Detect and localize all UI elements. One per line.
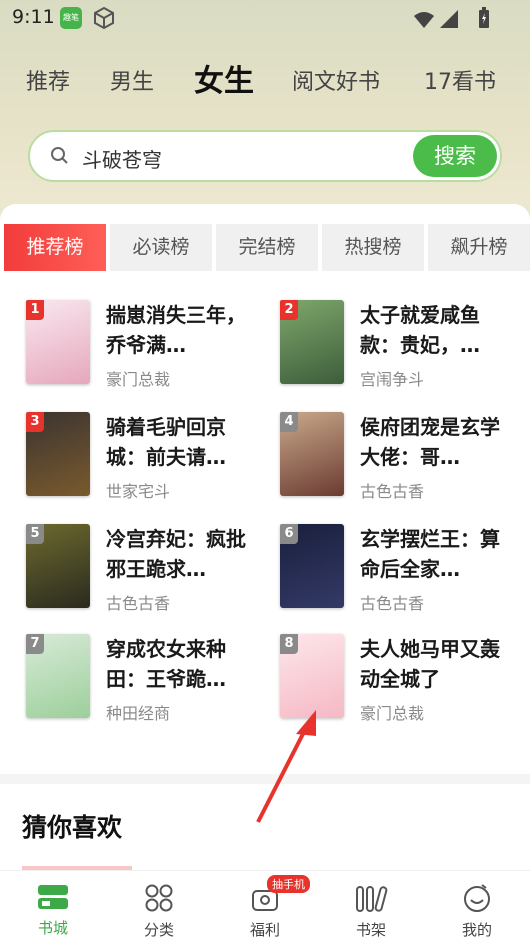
book-title[interactable]: 侯府团宠是玄学大佬：哥… — [360, 412, 510, 472]
rank-tab-recommend[interactable]: 推荐榜 — [4, 224, 106, 271]
tab-male[interactable]: 男生 — [110, 64, 154, 96]
status-bar: 9:11 趣笔 — [0, 0, 530, 40]
search-input[interactable]: 斗破苍穹 — [82, 144, 162, 173]
nav-label: 分类 — [143, 921, 174, 939]
rank-number: 5 — [26, 524, 44, 544]
search-icon — [51, 147, 68, 164]
nav-label: 书城 — [37, 919, 68, 937]
book-item[interactable]: 1 揣崽消失三年，乔爷满… 豪门总裁 — [26, 300, 266, 390]
bookshelf-icon — [356, 886, 388, 912]
tab-female[interactable]: 女生 — [194, 56, 254, 100]
rank-tab-must-read[interactable]: 必读榜 — [110, 224, 212, 271]
book-title[interactable]: 夫人她马甲又轰动全城了 — [360, 634, 510, 694]
battery-icon — [479, 7, 489, 28]
status-time: 9:11 — [12, 6, 55, 28]
nav-bookstore[interactable]: 书城 — [13, 879, 93, 939]
rank-number: 1 — [26, 300, 44, 320]
rank-number: 4 — [280, 412, 298, 432]
book-item[interactable]: 5 冷宫弃妃：疯批邪王跪求… 古色古香 — [26, 524, 266, 614]
rank-tab-rising[interactable]: 飙升榜 — [428, 224, 530, 271]
book-title[interactable]: 太子就爱咸鱼款：贵妃，… — [360, 300, 510, 360]
search-bar[interactable]: 斗破苍穹 搜索 — [28, 130, 502, 182]
nav-label: 我的 — [461, 921, 492, 939]
tab-17kan[interactable]: 17看书 — [424, 64, 496, 96]
nav-label: 福利 — [249, 921, 280, 939]
bookstore-icon — [38, 885, 68, 909]
book-category: 豪门总裁 — [360, 704, 425, 723]
grid-icon — [145, 884, 173, 912]
rank-number: 2 — [280, 300, 298, 320]
rank-tab-hot-search[interactable]: 热搜榜 — [322, 224, 424, 271]
book-title[interactable]: 玄学摆烂王：算命后全家… — [360, 524, 510, 584]
book-category: 世家宅斗 — [106, 482, 171, 501]
book-item[interactable]: 6 玄学摆烂王：算命后全家… 古色古香 — [280, 524, 520, 614]
book-category: 豪门总裁 — [106, 370, 171, 389]
book-title[interactable]: 骑着毛驴回京城：前夫请… — [106, 412, 256, 472]
book-item[interactable]: 3 骑着毛驴回京城：前夫请… 世家宅斗 — [26, 412, 266, 502]
tab-recommend[interactable]: 推荐 — [26, 64, 70, 96]
book-item[interactable]: 4 侯府团宠是玄学大佬：哥… 古色古香 — [280, 412, 520, 502]
book-category: 种田经商 — [106, 704, 171, 723]
annotation-arrow — [256, 710, 316, 823]
book-item[interactable]: 2 太子就爱咸鱼款：贵妃，… 宫闱争斗 — [280, 300, 520, 390]
nav-welfare[interactable]: 抽手机 福利 — [225, 875, 310, 939]
rank-number: 7 — [26, 634, 44, 654]
book-category: 古色古香 — [106, 594, 171, 613]
book-title[interactable]: 穿成农女来种田：王爷跪… — [106, 634, 256, 694]
rank-number: 3 — [26, 412, 44, 432]
book-category: 古色古香 — [360, 482, 425, 501]
rank-number: 8 — [280, 634, 298, 654]
rank-number: 6 — [280, 524, 298, 544]
book-title[interactable]: 冷宫弃妃：疯批邪王跪求… — [106, 524, 256, 584]
guess-you-like-heading: 猜你喜欢 — [22, 813, 123, 842]
nav-category[interactable]: 分类 — [119, 879, 199, 939]
cube-icon — [94, 6, 114, 30]
nav-bookshelf[interactable]: 书架 — [331, 879, 411, 939]
rank-tabs: 推荐榜 必读榜 完结榜 热搜榜 飙升榜 — [4, 224, 530, 272]
nav-label: 书架 — [355, 921, 386, 939]
book-category: 古色古香 — [360, 594, 425, 613]
rank-tab-finished[interactable]: 完结榜 — [216, 224, 318, 271]
welfare-badge: 抽手机 — [267, 875, 310, 893]
tab-yuewen[interactable]: 阅文好书 — [292, 64, 380, 96]
profile-icon — [464, 884, 490, 912]
top-tabs: 推荐 男生 女生 阅文好书 17看书 — [0, 54, 530, 104]
book-category: 宫闱争斗 — [360, 370, 425, 389]
bottom-nav: 书城 分类 抽手机 福利 书架 我的 — [0, 870, 530, 942]
book-item[interactable]: 7 穿成农女来种田：王爷跪… 种田经商 — [26, 634, 266, 724]
app-notification-icon: 趣笔 — [60, 7, 82, 29]
search-button[interactable]: 搜索 — [413, 135, 497, 177]
book-title[interactable]: 揣崽消失三年，乔爷满… — [106, 300, 256, 360]
nav-profile[interactable]: 我的 — [437, 879, 517, 939]
